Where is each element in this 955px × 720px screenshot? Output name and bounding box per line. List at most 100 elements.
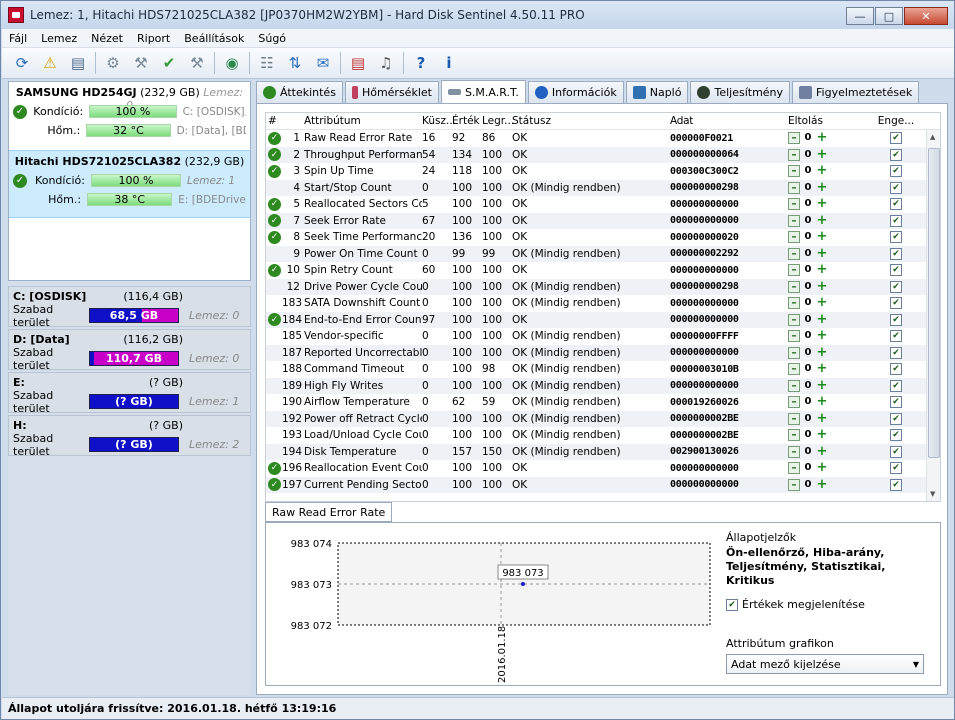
decrease-offset-button[interactable]: – [788,280,800,293]
table-row[interactable]: ✓ 2 Throughput Performance 54 134 100 OK 000000… [266,146,940,163]
volume-item-d[interactable]: D: [Data] (116,2 GB) Szabad terület 110,7 … [8,329,251,372]
enable-checkbox[interactable]: ✔ [890,247,902,260]
col-status[interactable]: Státusz [512,115,670,127]
increase-offset-button[interactable]: + [816,461,828,474]
table-row[interactable]: 190 Airflow Temperature 0 62 59 OK (Mindig re… [266,394,940,411]
volume-item-h[interactable]: H: (? GB) Szabad terület (? GB) Lemez: 2 [8,415,251,458]
col-enable[interactable]: Enge... [868,115,924,127]
tab-temperature[interactable]: Hőmérséklet [344,81,439,103]
col-threshold[interactable]: Küsz... [422,115,456,127]
scroll-thumb[interactable] [928,148,940,458]
decrease-offset-button[interactable]: – [788,330,800,343]
enable-checkbox[interactable]: ✔ [890,148,902,161]
menu-settings[interactable]: Beállítások [177,32,251,45]
show-values-option[interactable]: ✔ Értékek megjelenítése [726,598,936,611]
scroll-down-icon[interactable]: ▼ [930,490,935,498]
increase-offset-button[interactable]: + [816,346,828,359]
col-value[interactable]: Érték [452,115,482,127]
increase-offset-button[interactable]: + [816,214,828,227]
col-id[interactable]: # [266,115,282,127]
decrease-offset-button[interactable]: – [788,412,800,425]
decrease-offset-button[interactable]: – [788,132,800,145]
enable-checkbox[interactable]: ✔ [890,396,902,409]
offset-value[interactable]: 0 [800,462,816,474]
offset-value[interactable]: 0 [800,132,816,144]
enable-checkbox[interactable]: ✔ [890,363,902,376]
decrease-offset-button[interactable]: – [788,363,800,376]
surface-test-icon[interactable]: ⚒ [129,51,153,75]
offset-value[interactable]: 0 [800,264,816,276]
table-row[interactable]: ✓ 184 End-to-End Error Count 97 100 100 OK 0000… [266,311,940,328]
increase-offset-button[interactable]: + [816,445,828,458]
increase-offset-button[interactable]: + [816,280,828,293]
table-row[interactable]: ✓ 8 Seek Time Performance 20 136 100 OK 0000000… [266,229,940,246]
volume-item-e[interactable]: E: (? GB) Szabad terület (? GB) Lemez: 1 [8,372,251,415]
disk-item-samsung[interactable]: SAMSUNG HD254GJ (232,9 GB) Lemez: 0 ✓ Ko… [9,82,250,150]
info-icon[interactable]: i [437,51,461,75]
increase-offset-button[interactable]: + [816,131,828,144]
disk-info-icon[interactable]: ▤ [66,51,90,75]
chart-icon[interactable]: ▤ [346,51,370,75]
enable-checkbox[interactable]: ✔ [890,445,902,458]
table-row[interactable]: ✓ 3 Spin Up Time 24 118 100 OK 000300C300C2 –0 + ✔ [266,163,940,180]
offset-value[interactable]: 0 [800,413,816,425]
increase-offset-button[interactable]: + [816,379,828,392]
tab-graph-attribute[interactable]: Raw Read Error Rate [265,502,393,522]
globe-icon[interactable]: ◉ [220,51,244,75]
tab-smart[interactable]: S.M.A.R.T. [440,80,526,103]
offset-value[interactable]: 0 [800,231,816,243]
menu-file[interactable]: Fájl [2,32,34,45]
offset-value[interactable]: 0 [800,182,816,194]
offset-value[interactable]: 0 [800,429,816,441]
help-icon[interactable]: ? [409,51,433,75]
refresh-icon[interactable]: ⟳ [10,51,34,75]
title-bar[interactable]: Lemez: 1, Hitachi HDS721025CLA382 [JP037… [1,1,954,29]
offset-value[interactable]: 0 [800,248,816,260]
menu-view[interactable]: Nézet [84,32,130,45]
offset-value[interactable]: 0 [800,446,816,458]
decrease-offset-button[interactable]: – [788,297,800,310]
enable-checkbox[interactable]: ✔ [890,280,902,293]
tab-overview[interactable]: Áttekintés [256,81,343,103]
offset-value[interactable]: 0 [800,380,816,392]
enable-checkbox[interactable]: ✔ [890,231,902,244]
col-offset[interactable]: Eltolás [788,115,868,127]
decrease-offset-button[interactable]: – [788,214,800,227]
decrease-offset-button[interactable]: – [788,181,800,194]
table-row[interactable]: ✓ 197 Current Pending Sector... 0 100 100 OK 00… [266,476,940,493]
increase-offset-button[interactable]: + [816,313,828,326]
table-row[interactable]: ✓196Reallocation Event Count0100100OK000… [266,460,940,477]
increase-offset-button[interactable]: + [816,362,828,375]
table-row[interactable]: 192Power off Retract Cycle ...0100100OK … [266,410,940,427]
attribute-graph-select[interactable]: Adat mező kijelzése ▼ [726,654,924,674]
table-row[interactable]: 187 Reported Uncorrectabl... 0 100 100 OK (Mi… [266,344,940,361]
enable-checkbox[interactable]: ✔ [890,181,902,194]
increase-offset-button[interactable]: + [816,164,828,177]
verify-icon[interactable]: ✔ [157,51,181,75]
table-row[interactable]: 4 Start/Stop Count 0 100 100 OK (Mindig rendb… [266,179,940,196]
decrease-offset-button[interactable]: – [788,346,800,359]
enable-checkbox[interactable]: ✔ [890,346,902,359]
enable-checkbox[interactable]: ✔ [890,198,902,211]
disk-item-hitachi[interactable]: Hitachi HDS721025CLA382 (232,9 GB) ✓ Kon… [9,150,250,218]
increase-offset-button[interactable]: + [816,148,828,161]
decrease-offset-button[interactable]: – [788,247,800,260]
table-row[interactable]: 193Load/Unload Cycle Cou...0100100OK (Mi… [266,427,940,444]
close-button[interactable]: ✕ [904,7,948,25]
decrease-offset-button[interactable]: – [788,148,800,161]
enable-checkbox[interactable]: ✔ [890,429,902,442]
offset-value[interactable]: 0 [800,149,816,161]
table-row[interactable]: ✓ 10 Spin Retry Count 60 100 100 OK 00000000000… [266,262,940,279]
table-row[interactable]: 183 SATA Downshift Count 0 100 100 OK (Mindig… [266,295,940,312]
menu-disk[interactable]: Lemez [34,32,84,45]
table-row[interactable]: 188 Command Timeout 0 100 98 OK (Mindig rendb… [266,361,940,378]
tab-information[interactable]: Információk [527,81,624,103]
sound-icon[interactable]: ♫ [374,51,398,75]
increase-offset-button[interactable]: + [816,329,828,342]
offset-value[interactable]: 0 [800,281,816,293]
decrease-offset-button[interactable]: – [788,231,800,244]
tab-alerts[interactable]: Figyelmeztetések [792,81,920,103]
col-worst[interactable]: Legr... [482,115,514,127]
menu-help[interactable]: Súgó [251,32,293,45]
col-data[interactable]: Adat [670,115,788,127]
